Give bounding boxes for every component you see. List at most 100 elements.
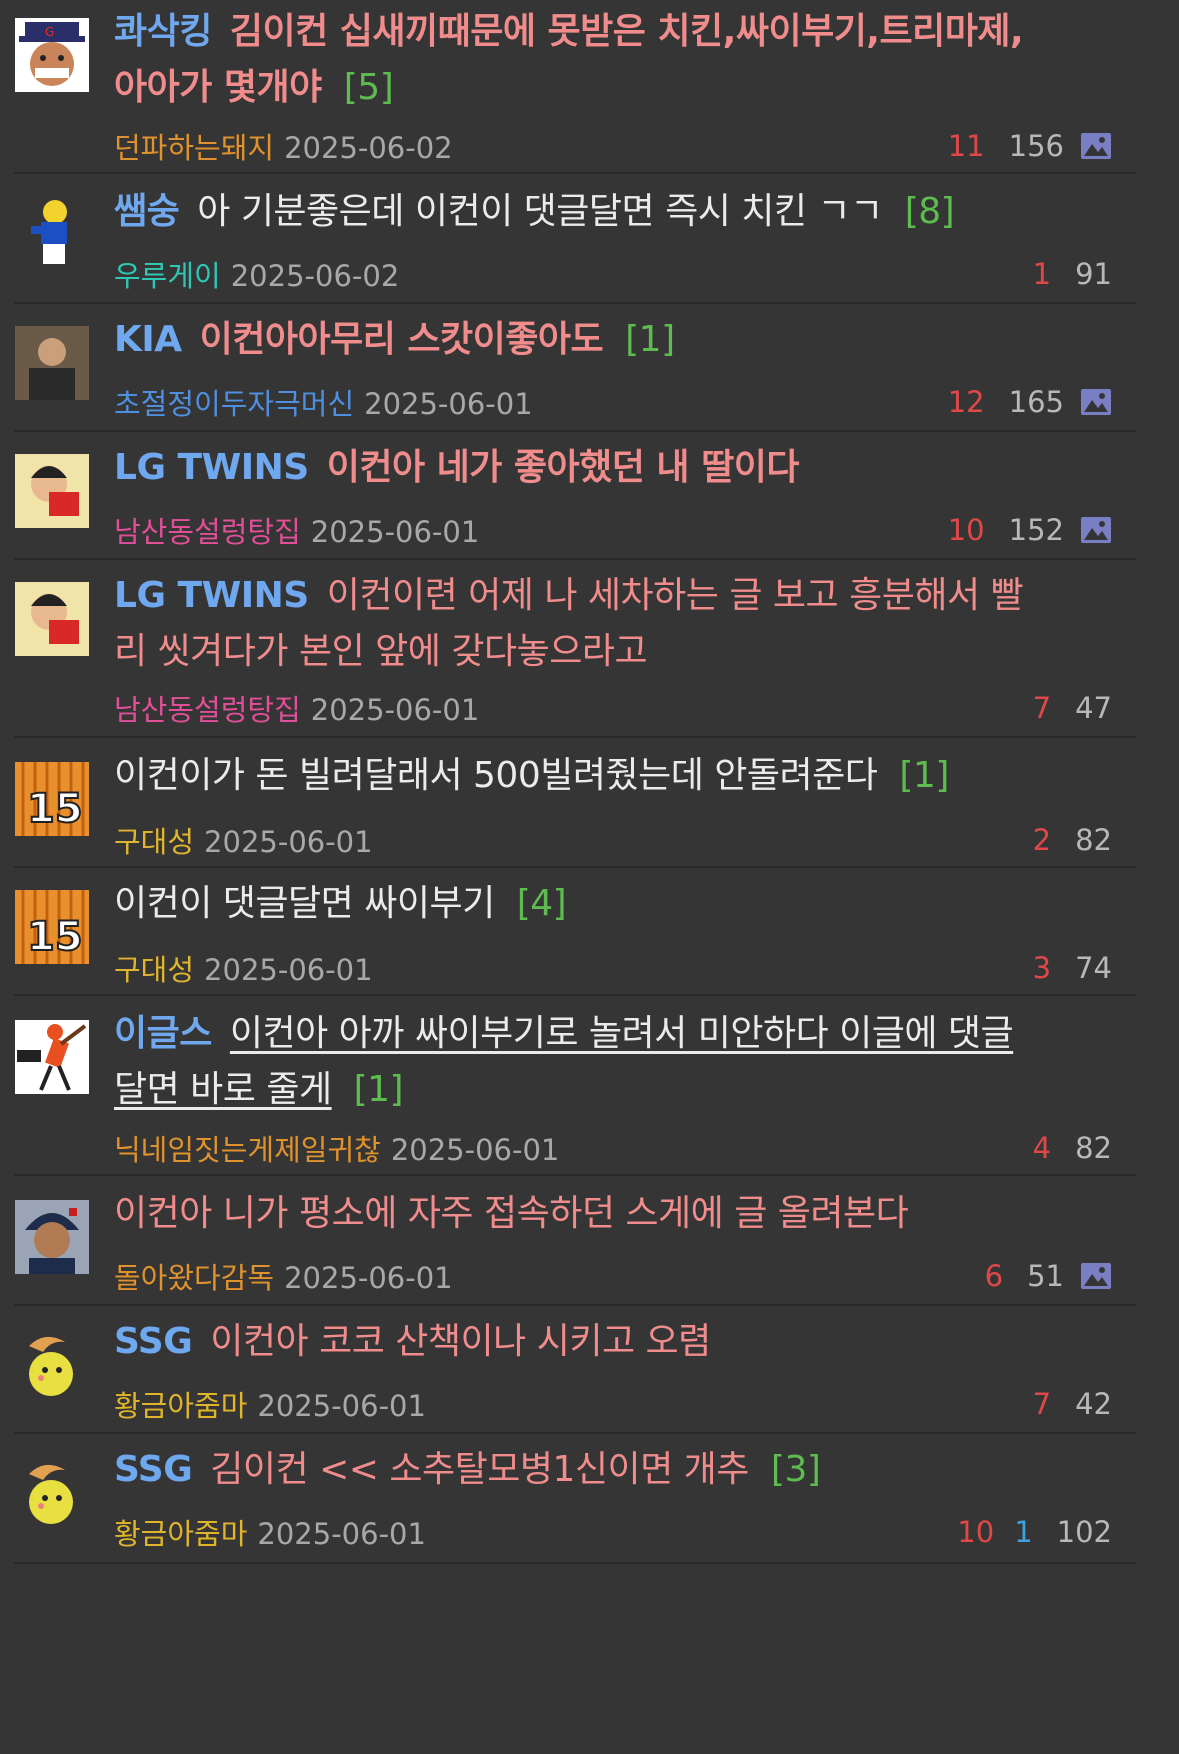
post-stats: 3 74: [1033, 950, 1112, 986]
post-title-line[interactable]: 이컨아 니가 평소에 자주 접속하던 스게에 글 올려본다: [114, 1186, 1122, 1242]
yellow-creature-avatar-icon[interactable]: [15, 1330, 89, 1404]
image-icon: [1080, 132, 1112, 160]
post-category[interactable]: LG TWINS: [114, 447, 309, 488]
comment-count[interactable]: [8]: [905, 191, 955, 232]
yellow-creature-avatar-icon[interactable]: [15, 1458, 89, 1532]
list-item[interactable]: LG TWINS 이컨아 네가 좋아했던 내 딸이다 남산동설렁탕집 2025-06…: [14, 432, 1136, 560]
cartoon-face-avatar-icon[interactable]: G: [15, 18, 89, 92]
post-title[interactable]: 이컨아 니가 평소에 자주 접속하던 스게에 글 올려본다: [114, 1193, 909, 1234]
post-title[interactable]: 아아가 몇개야: [114, 67, 322, 108]
baseball-batter-avatar-icon[interactable]: [15, 1020, 89, 1094]
author-name[interactable]: 구대성: [114, 825, 194, 859]
post-title[interactable]: 리 씻겨다가 본인 앞에 갖다놓으라고: [114, 631, 648, 672]
post-category[interactable]: 콰삭킹: [114, 11, 212, 52]
view-count: 82: [1075, 1131, 1112, 1165]
post-date: 2025-06-01: [257, 1517, 426, 1551]
post-meta: 던파하는돼지 2025-06-02: [114, 130, 453, 166]
list-item[interactable]: 쌤숭 아 기분좋은데 이컨이 댓글달면 즉시 치킨 ㄱㄱ [8] 우루게이 2025-…: [14, 174, 1136, 304]
image-icon: [1080, 388, 1112, 416]
svg-text:G: G: [45, 25, 54, 39]
post-title-line[interactable]: 달면 바로 줄게 [1]: [114, 1062, 1122, 1118]
author-name[interactable]: 초절정이두자극머신: [114, 387, 354, 421]
post-title-line[interactable]: LG TWINS 이컨이련 어제 나 세차하는 글 보고 흥분해서 빨: [114, 568, 1122, 624]
post-title-line[interactable]: 이컨이가 돈 빌려달래서 500빌려줬는데 안돌려준다 [1]: [114, 748, 1122, 804]
post-title[interactable]: 이컨아 네가 좋아했던 내 딸이다: [327, 447, 800, 488]
post-category[interactable]: KIA: [114, 319, 182, 360]
view-count: 82: [1075, 823, 1112, 857]
post-title[interactable]: 이컨이가 돈 빌려달래서 500빌려줬는데 안돌려준다: [114, 755, 878, 796]
list-item[interactable]: 15 이컨이가 돈 빌려달래서 500빌려줬는데 안돌려준다 [1] 구대성 202…: [14, 738, 1136, 868]
post-title[interactable]: 김이컨 십새끼때문에 못받은 치킨,싸이부기,트리마제,: [230, 11, 1024, 52]
post-meta: 닉네임짓는게제일귀찮 2025-06-01: [114, 1132, 559, 1168]
post-category[interactable]: SSG: [114, 1321, 193, 1362]
post-title-line[interactable]: 아아가 몇개야 [5]: [114, 60, 1122, 116]
post-title-line[interactable]: 이글스 이컨아 아까 싸이부기로 놀려서 미안하다 이글에 댓글: [114, 1006, 1122, 1062]
cartoon-boy-avatar-icon[interactable]: [15, 454, 89, 528]
recommend-count: 12: [947, 385, 985, 419]
author-name[interactable]: 우루게이: [114, 259, 221, 293]
post-title[interactable]: 아 기분좋은데 이컨이 댓글달면 즉시 치킨 ㄱㄱ: [197, 191, 883, 232]
list-item[interactable]: 이글스 이컨아 아까 싸이부기로 놀려서 미안하다 이글에 댓글 달면 바로 줄게…: [14, 996, 1136, 1176]
author-name[interactable]: 남산동설렁탕집: [114, 515, 301, 549]
player-photo-avatar-icon[interactable]: [15, 1200, 89, 1274]
cartoon-boy-avatar-icon[interactable]: [15, 582, 89, 656]
recommend-count: 10: [947, 513, 985, 547]
author-name[interactable]: 닉네임짓는게제일귀찮: [114, 1133, 381, 1167]
post-title[interactable]: 이컨아아무리 스캇이좋아도: [200, 319, 604, 360]
post-meta: 황금아줌마 2025-06-01: [114, 1388, 426, 1424]
post-title-line[interactable]: 이컨이 댓글달면 싸이부기 [4]: [114, 876, 1122, 932]
comment-count[interactable]: [1]: [625, 319, 675, 360]
list-item[interactable]: LG TWINS 이컨이련 어제 나 세차하는 글 보고 흥분해서 빨 리 씻겨다…: [14, 560, 1136, 738]
post-date: 2025-06-01: [364, 387, 533, 421]
list-item[interactable]: G 콰삭킹 김이컨 십새끼때문에 못받은 치킨,싸이부기,트리마제, 아아가 몇개…: [14, 0, 1136, 174]
post-title[interactable]: 이컨이 댓글달면 싸이부기: [114, 883, 495, 924]
image-icon: [1080, 516, 1112, 544]
post-title[interactable]: 이컨아 코코 산책이나 시키고 오렴: [210, 1321, 711, 1362]
author-name[interactable]: 돌아왔다감독: [114, 1261, 274, 1295]
svg-text:15: 15: [27, 786, 83, 832]
post-title-line[interactable]: SSG 김이컨 << 소추탈모병1신이면 개추 [3]: [114, 1442, 1122, 1498]
post-date: 2025-06-01: [257, 1389, 426, 1423]
post-category[interactable]: 이글스: [114, 1013, 212, 1054]
football-player-avatar-icon[interactable]: [15, 196, 89, 270]
author-name[interactable]: 남산동설렁탕집: [114, 693, 301, 727]
post-title[interactable]: 달면 바로 줄게: [114, 1069, 332, 1110]
list-item[interactable]: 15 이컨이 댓글달면 싸이부기 [4] 구대성 2025-06-01 3 74: [14, 868, 1136, 996]
post-stats: 2 82: [1033, 822, 1112, 858]
author-name[interactable]: 구대성: [114, 953, 194, 987]
comment-count[interactable]: [4]: [517, 883, 567, 924]
comment-count[interactable]: [1]: [354, 1069, 404, 1110]
author-name[interactable]: 던파하는돼지: [114, 131, 274, 165]
post-meta: 구대성 2025-06-01: [114, 824, 373, 860]
recommend-count: 10: [957, 1515, 995, 1549]
recommend-count: 1: [1032, 257, 1052, 291]
post-title-line[interactable]: 리 씻겨다가 본인 앞에 갖다놓으라고: [114, 624, 1122, 680]
author-name[interactable]: 황금아줌마: [114, 1389, 247, 1423]
post-category[interactable]: 쌤숭: [114, 191, 180, 232]
comment-count[interactable]: [3]: [771, 1449, 821, 1490]
post-title-line[interactable]: SSG 이컨아 코코 산책이나 시키고 오렴: [114, 1314, 1122, 1370]
list-item[interactable]: KIA 이컨아아무리 스캇이좋아도 [1] 초절정이두자극머신 2025-06-01 …: [14, 304, 1136, 432]
author-name[interactable]: 황금아줌마: [114, 1517, 247, 1551]
post-date: 2025-06-02: [284, 131, 453, 165]
list-item[interactable]: SSG 이컨아 코코 산책이나 시키고 오렴 황금아줌마 2025-06-01 7 …: [14, 1306, 1136, 1434]
post-title-line[interactable]: LG TWINS 이컨아 네가 좋아했던 내 딸이다: [114, 440, 1122, 496]
post-title[interactable]: 이컨아 아까 싸이부기로 놀려서 미안하다 이글에 댓글: [230, 1013, 1014, 1054]
post-category[interactable]: LG TWINS: [114, 575, 309, 616]
photo-avatar-icon[interactable]: [15, 326, 89, 400]
post-category[interactable]: SSG: [114, 1449, 193, 1490]
post-title[interactable]: 이컨이련 어제 나 세차하는 글 보고 흥분해서 빨: [327, 575, 1024, 616]
comment-count[interactable]: [5]: [344, 67, 394, 108]
post-title-line[interactable]: 콰삭킹 김이컨 십새끼때문에 못받은 치킨,싸이부기,트리마제,: [114, 4, 1122, 60]
post-title-line[interactable]: 쌤숭 아 기분좋은데 이컨이 댓글달면 즉시 치킨 ㄱㄱ [8]: [114, 184, 1122, 240]
comment-count[interactable]: [1]: [899, 755, 949, 796]
post-title-line[interactable]: KIA 이컨아아무리 스캇이좋아도 [1]: [114, 312, 1122, 368]
recommend-count: 7: [1032, 691, 1052, 725]
jersey-15-avatar-icon[interactable]: 15: [15, 890, 89, 964]
list-item[interactable]: 이컨아 니가 평소에 자주 접속하던 스게에 글 올려본다 돌아왔다감독 2025…: [14, 1176, 1136, 1306]
list-item[interactable]: SSG 김이컨 << 소추탈모병1신이면 개추 [3] 황금아줌마 2025-06-0…: [14, 1434, 1136, 1564]
post-title[interactable]: 김이컨 << 소추탈모병1신이면 개추: [210, 1449, 749, 1490]
recommend-count: 3: [1032, 951, 1052, 985]
jersey-15-avatar-icon[interactable]: 15: [15, 762, 89, 836]
post-date: 2025-06-01: [204, 953, 373, 987]
